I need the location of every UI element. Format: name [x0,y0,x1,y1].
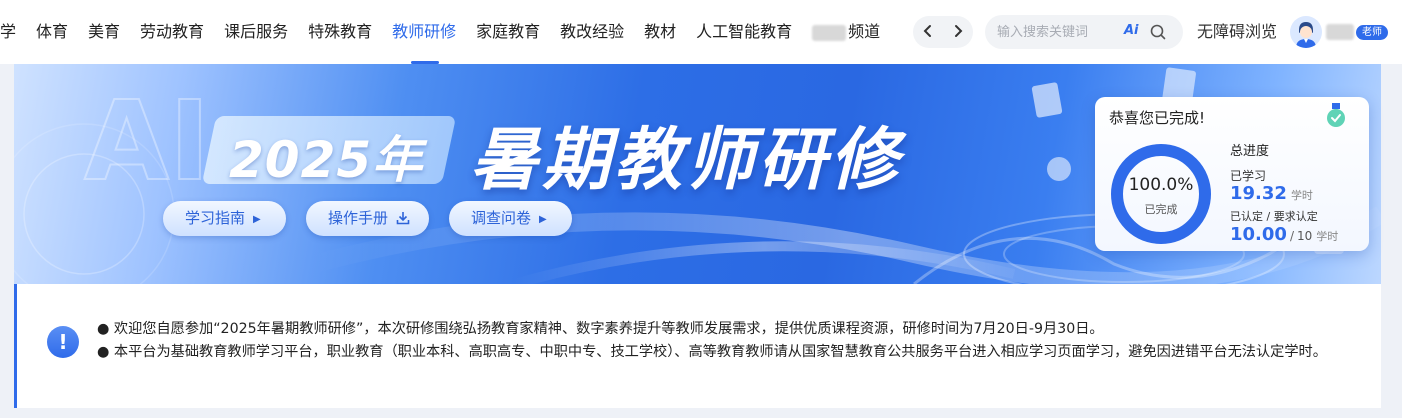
play-triangle-icon: ▶ [539,214,547,225]
nav-item-sports[interactable]: 体育 [36,0,68,64]
nav-item-textbooks[interactable]: 教材 [644,0,676,64]
survey-button[interactable]: 调查问卷 ▶ [449,201,572,236]
nav-item-labor[interactable]: 劳动教育 [140,0,204,64]
certified-unit: 学时 [1316,230,1339,243]
nav-channel-suffix: 频道 [848,22,881,41]
study-guide-button[interactable]: 学习指南 ▶ [163,201,286,236]
exclamation-icon: ! [47,326,79,358]
search-icon[interactable] [1150,24,1166,40]
notice-line-1: ● 欢迎您自愿参加“2025年暑期教师研修”，本次研修围绕弘扬教育家精神、数字素… [97,321,1104,337]
ai-search-icon[interactable]: Ai [1124,23,1139,38]
progress-status: 已完成 [1144,203,1178,216]
chevron-left-icon[interactable] [916,23,940,42]
nav-item-teacher-training[interactable]: 教师研修 [392,0,456,64]
required-hours: 10 [1296,229,1313,243]
nav-scroll-controls [913,16,973,48]
nav-item-ai-education[interactable]: 人工智能教育 [696,0,792,64]
learned-value-row: 19.32 学时 [1230,183,1313,204]
nav-item-after-school[interactable]: 课后服务 [224,0,288,64]
nav-item-teaching[interactable]: 教学 [0,0,16,64]
learned-unit: 学时 [1290,189,1313,202]
channel-nav: 教学 体育 美育 劳动教育 课后服务 特殊教育 教师研修 家庭教育 教改经验 教… [0,0,900,64]
redacted-text [812,24,847,41]
nav-item-special-education[interactable]: 特殊教育 [308,0,372,64]
study-guide-label: 学习指南 [185,209,246,227]
avatar-icon[interactable] [1290,16,1322,48]
top-navigation-bar: 教学 体育 美育 劳动教育 课后服务 特殊教育 教师研修 家庭教育 教改经验 教… [0,0,1402,64]
accessibility-link[interactable]: 无障碍浏览 [1197,0,1277,64]
notice-panel: ! ● 欢迎您自愿参加“2025年暑期教师研修”，本次研修围绕弘扬教育家精神、数… [14,284,1381,408]
nav-item-aesthetics[interactable]: 美育 [88,0,120,64]
nav-item-reform-experience[interactable]: 教改经验 [560,0,624,64]
learned-label: 已学习 [1230,169,1267,183]
certified-hours: 10.00 [1230,224,1287,245]
nav-item-channel[interactable]: 频道 [812,0,880,64]
banner-year: 2025年 [229,131,424,189]
certified-label: 已认定 / 要求认定 [1230,210,1318,223]
download-icon [396,203,410,238]
total-progress-label: 总进度 [1230,144,1270,159]
chevron-right-icon[interactable] [946,23,970,42]
nav-item-family-education[interactable]: 家庭教育 [476,0,540,64]
progress-percent: 100.0% [1128,175,1194,195]
role-badge: 老师 [1356,25,1388,40]
medal-icon [1325,103,1347,129]
certified-value-row: 10.00/10 学时 [1230,224,1338,245]
banner-title: 暑期教师研修 [470,121,903,200]
play-triangle-icon: ▶ [253,214,261,225]
notice-line-2: ● 本平台为基础教育教师学习平台，职业教育（职业本科、高职高专、中职中专、技工学… [97,344,1327,360]
search-input[interactable] [997,22,1119,42]
svg-text:AI: AI [84,77,210,205]
operation-manual-button[interactable]: 操作手册 [306,201,429,236]
operation-manual-label: 操作手册 [328,209,389,227]
redacted-username [1326,24,1354,40]
notice-text: ● 欢迎您自愿参加“2025年暑期教师研修”，本次研修围绕弘扬教育家精神、数字素… [97,318,1367,364]
survey-label: 调查问卷 [471,209,532,227]
congrats-text: 恭喜您已完成! [1109,109,1206,127]
progress-card: 恭喜您已完成! 100.0% 已完成 总进度 已学习 19.32 学时 已认定 /… [1095,97,1369,251]
certified-separator: / [1289,229,1294,243]
search-box: Ai [985,15,1183,49]
learned-hours: 19.32 [1230,183,1287,204]
